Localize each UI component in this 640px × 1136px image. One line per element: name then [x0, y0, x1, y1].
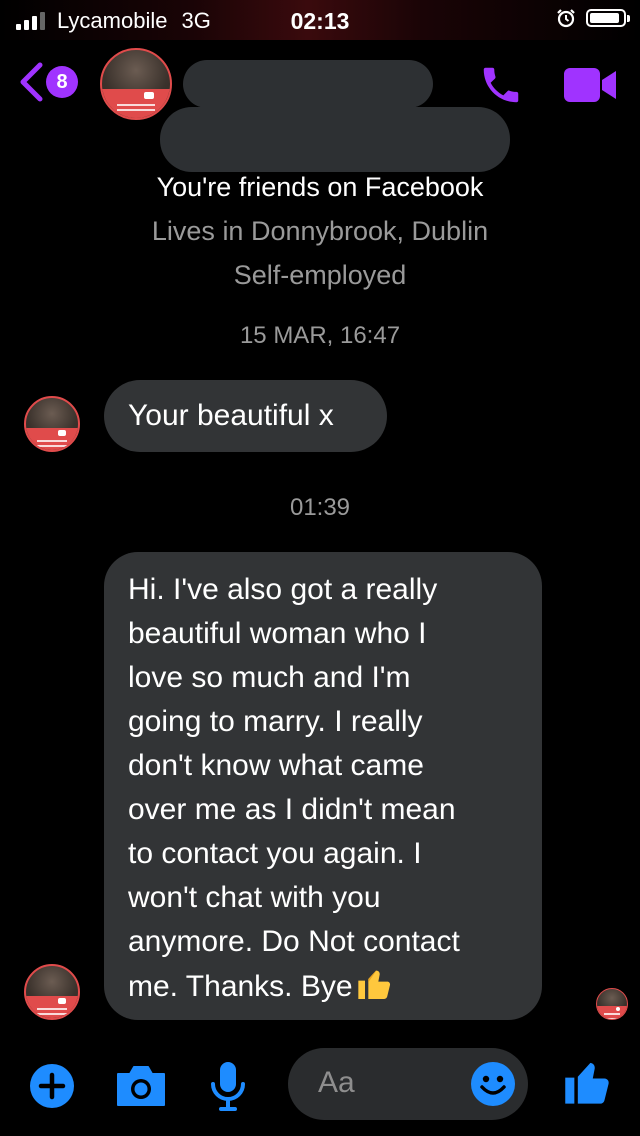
- battery-icon: [586, 9, 630, 27]
- alarm-icon: [557, 9, 575, 28]
- redacted-contact-name: [183, 60, 433, 108]
- contact-avatar[interactable]: [100, 48, 172, 120]
- sender-avatar[interactable]: [24, 396, 80, 452]
- phone-icon[interactable]: [478, 62, 524, 108]
- status-time: 02:13: [290, 8, 350, 34]
- message-text: Hi. I've also got a really beautiful wom…: [128, 573, 460, 1003]
- message-bubble[interactable]: Your beautiful x: [104, 380, 387, 452]
- thumbs-up-emoji: [357, 970, 390, 999]
- video-camera-icon[interactable]: [562, 66, 618, 104]
- thumbs-up-icon[interactable]: [562, 1056, 614, 1108]
- status-right: [556, 8, 630, 28]
- friends-status: You're friends on Facebook: [156, 172, 484, 202]
- emoji-icon[interactable]: [470, 1061, 516, 1107]
- back-button[interactable]: 8: [18, 62, 78, 102]
- microphone-icon[interactable]: [208, 1060, 248, 1112]
- unread-count-badge: 8: [46, 66, 78, 98]
- sender-avatar[interactable]: [24, 964, 80, 1020]
- contact-work: Self-employed: [233, 260, 407, 290]
- message-input-placeholder: Aa: [318, 1066, 355, 1099]
- camera-icon[interactable]: [114, 1064, 168, 1108]
- conversation-header: 8: [0, 40, 640, 178]
- contact-location: Lives in Donnybrook, Dublin: [151, 216, 489, 246]
- redacted-contact-status: [160, 107, 510, 172]
- message-timestamp: 01:39: [289, 494, 351, 521]
- message-composer: Aa: [0, 1040, 640, 1136]
- plus-icon[interactable]: [30, 1064, 74, 1108]
- back-chevron-icon: [20, 62, 43, 102]
- message-bubble[interactable]: Hi. I've also got a really beautiful wom…: [104, 552, 542, 1020]
- seen-indicator-avatar: [596, 988, 628, 1020]
- message-input[interactable]: Aa: [288, 1048, 528, 1120]
- status-bar: Lycamobile 3G 02:13: [0, 0, 640, 40]
- message-timestamp: 15 MAR, 16:47: [239, 322, 401, 349]
